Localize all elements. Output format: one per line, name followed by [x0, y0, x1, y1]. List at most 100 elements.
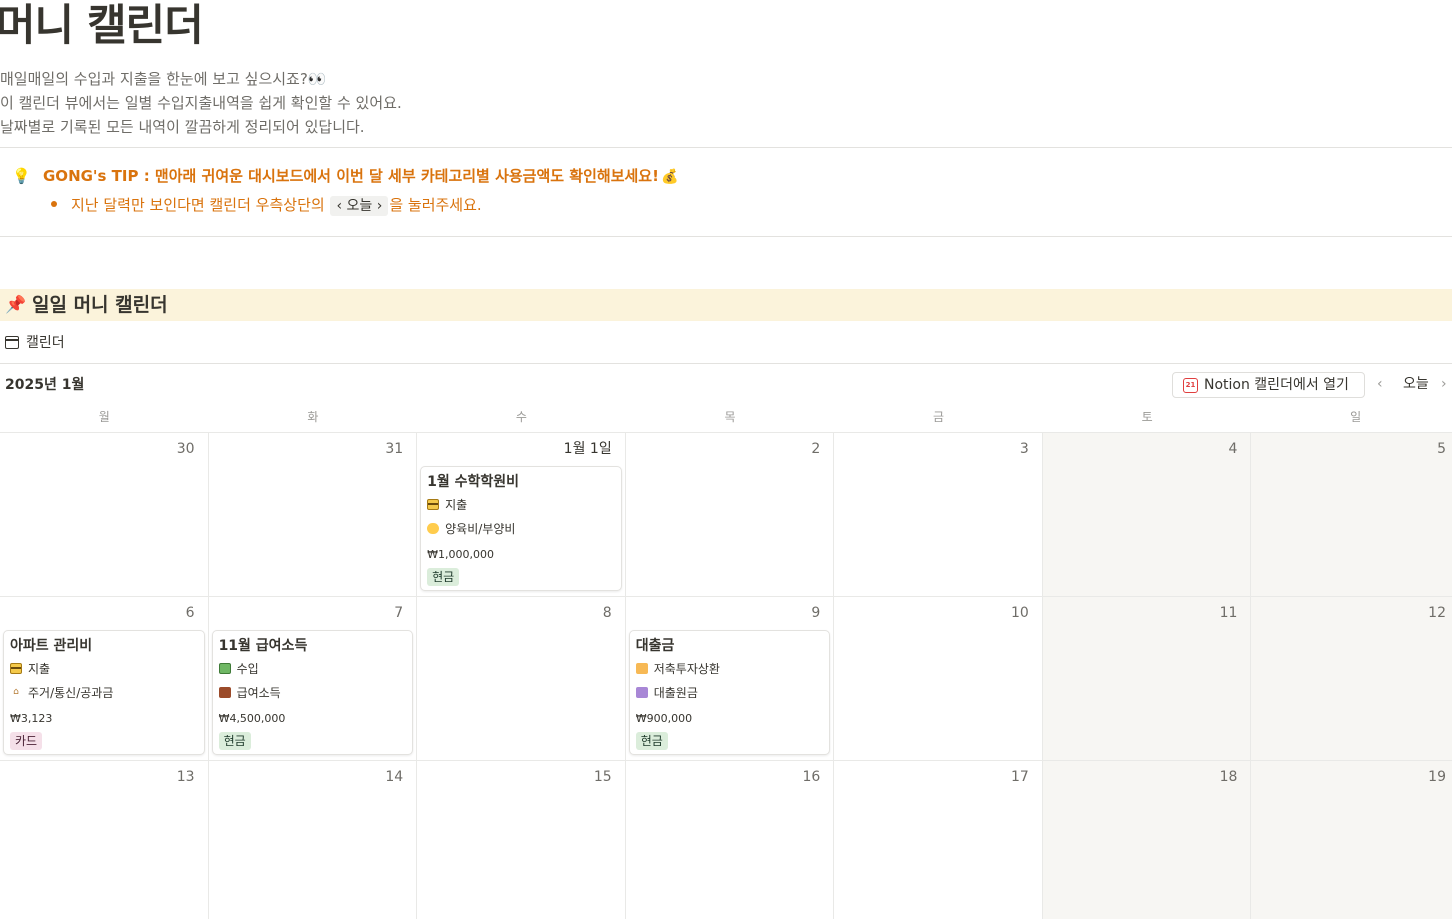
- divider: [0, 236, 1452, 237]
- chevron-right-icon[interactable]: ›: [1441, 373, 1447, 395]
- day-number: 1월 1일: [563, 441, 612, 457]
- today-button[interactable]: 오늘: [1403, 373, 1429, 395]
- event-card[interactable]: 11월 급여소득 수입 급여소득 ₩4,500,000 현금: [211, 630, 414, 755]
- view-tab-label: 캘린더: [26, 335, 65, 351]
- event-card[interactable]: 대출금 저축투자상환 대출원금 ₩900,000 현금: [628, 630, 831, 755]
- savings-icon: [635, 663, 648, 674]
- calendar-day-cell[interactable]: 1월 1일 1월 수학학원비 지출 양육비/부양비 ₩1,000,000 현금: [417, 433, 626, 597]
- house-icon: ⌂: [13, 687, 19, 697]
- calendar-day-cell[interactable]: 31: [208, 433, 418, 597]
- weekday-label: 일: [1350, 410, 1362, 424]
- tip-title-text: GONG's TIP : 맨아래 귀여운 대시보드에서 이번 달 세부 카테고리…: [43, 167, 659, 185]
- calendar-day-cell[interactable]: 2: [625, 433, 835, 597]
- calendar-day-cell[interactable]: 15: [417, 761, 626, 919]
- page-title: 머니 캘린더: [0, 1, 204, 51]
- event-category: 급여소득: [236, 686, 281, 700]
- pushpin-icon: 📌: [5, 295, 27, 315]
- calendar-day-cell[interactable]: 30: [0, 433, 209, 597]
- briefcase-icon: [218, 687, 231, 698]
- calendar-day-cell[interactable]: 16: [625, 761, 835, 919]
- calendar-day-cell[interactable]: 17: [834, 761, 1043, 919]
- day-number: 2: [811, 441, 821, 457]
- event-type: 지출: [28, 662, 51, 676]
- calendar-day-cell[interactable]: 18: [1042, 761, 1252, 919]
- calendar-day-cell[interactable]: 3: [834, 433, 1043, 597]
- event-amount: ₩1,000,000: [427, 548, 494, 561]
- event-category: 양육비/부양비: [445, 522, 516, 536]
- calendar-day-cell[interactable]: 5: [1251, 433, 1452, 597]
- day-number: 8: [602, 605, 612, 621]
- weekday-label: 월: [98, 410, 110, 424]
- calendar-day-cell[interactable]: 9 대출금 저축투자상환 대출원금 ₩900,000 현금: [625, 597, 835, 761]
- calendar-day-cell[interactable]: 11: [1042, 597, 1252, 761]
- calendar-day-cell[interactable]: 19: [1251, 761, 1452, 919]
- day-number: 14: [385, 769, 404, 785]
- day-number: 5: [1437, 441, 1446, 457]
- day-number: 13: [176, 769, 195, 785]
- calendar-day-cell[interactable]: 12: [1251, 597, 1452, 761]
- intro-line: 날짜별로 기록된 모든 내역이 깔끔하게 정리되어 있답니다.: [0, 118, 365, 136]
- intro-line: 이 캘린더 뷰에서는 일별 수입지출내역을 쉽게 확인할 수 있어요.: [0, 94, 402, 112]
- tip-title: GONG's TIP : 맨아래 귀여운 대시보드에서 이번 달 세부 카테고리…: [43, 165, 678, 188]
- calendar-icon: [5, 336, 19, 349]
- bullet-point: [51, 201, 57, 207]
- event-category: 주거/통신/공과금: [28, 686, 114, 700]
- event-category: 대출원금: [653, 686, 698, 700]
- day-number: 12: [1428, 605, 1446, 621]
- event-card[interactable]: 아파트 관리비지출 ⌂ 주거/통신/공과금 ₩3,123 카드: [3, 630, 205, 755]
- event-card[interactable]: 1월 수학학원비 지출 양육비/부양비 ₩1,000,000 현금: [420, 466, 622, 591]
- open-in-notion-calendar-button[interactable]: 21 Notion 캘린더에서 열기: [1172, 372, 1365, 398]
- event-title: 11월 급여소득: [218, 638, 308, 654]
- money-bag-icon: 💰: [660, 169, 679, 185]
- day-number: 31: [385, 441, 404, 457]
- calendar-day-cell[interactable]: 6 아파트 관리비지출 ⌂ 주거/통신/공과금 ₩3,123 카드: [0, 597, 209, 761]
- day-number: 10: [1011, 605, 1029, 621]
- intro-line: 매일매일의 수입과 지출을 한눈에 보고 싶으시죠?👀: [0, 70, 327, 88]
- open-button-label: Notion 캘린더에서 열기: [1204, 377, 1349, 393]
- day-number: 19: [1428, 769, 1446, 785]
- event-amount: ₩900,000: [635, 712, 693, 725]
- notion-page: 머니 캘린더 매일매일의 수입과 지출을 한눈에 보고 싶으시죠?👀 이 캘린더…: [0, 0, 1452, 919]
- weekday-header: 월화수목금토일: [0, 407, 1452, 431]
- notion-calendar-icon: 21: [1183, 378, 1198, 393]
- intro-text: 매일매일의 수입과 지출을 한눈에 보고 싶으시죠?👀 이 캘린더 뷰에서는 일…: [0, 67, 402, 139]
- chevron-left-icon[interactable]: ‹: [1377, 373, 1383, 395]
- day-number: 16: [802, 769, 821, 785]
- calendar-day-cell[interactable]: 4: [1042, 433, 1252, 597]
- credit-card-icon: [427, 499, 440, 510]
- day-number: 4: [1228, 441, 1238, 457]
- weekday-label: 목: [724, 410, 736, 424]
- loan-icon: [635, 687, 648, 698]
- tip-sub-before: 지난 달력만 보인다면 캘린더 우측상단의: [71, 196, 325, 214]
- payment-method-tag: 현금: [218, 732, 251, 750]
- calendar-day-cell[interactable]: 14: [208, 761, 418, 919]
- calendar-day-cell[interactable]: 7 11월 급여소득 수입 급여소득 ₩4,500,000 현금: [208, 597, 418, 761]
- weekday-label: 수: [515, 410, 527, 424]
- weekday-label: 금: [933, 410, 945, 424]
- day-number: 30: [176, 441, 195, 457]
- calendar-grid: 30 31 1월 1일 1월 수학학원비지출 양육비/부양비 ₩1,000,000 현금 2 3…: [0, 432, 1452, 919]
- section-title: 일일 머니 캘린더: [32, 294, 168, 316]
- day-number: 15: [593, 769, 612, 785]
- event-title: 대출금: [635, 638, 675, 654]
- inline-today-button: ‹ 오늘 ›: [330, 196, 389, 216]
- calendar-day-cell[interactable]: 10: [834, 597, 1043, 761]
- weekday-label: 화: [307, 410, 319, 424]
- tip-sub-after: 을 눌러주세요.: [389, 196, 482, 214]
- day-number: 6: [185, 605, 195, 621]
- day-number: 9: [811, 605, 821, 621]
- lightbulb-icon: 💡: [12, 167, 31, 185]
- divider: [0, 147, 1452, 148]
- weekday-label: 토: [1141, 410, 1153, 424]
- event-type: 수입: [236, 662, 259, 676]
- payment-method-tag: 현금: [427, 568, 460, 586]
- divider: [0, 363, 1452, 364]
- event-amount: ₩3,123: [10, 712, 53, 725]
- payment-method-tag: 카드: [10, 732, 43, 750]
- day-number: 11: [1219, 605, 1238, 621]
- event-title: 아파트 관리비: [10, 638, 93, 654]
- baby-icon: [427, 523, 440, 534]
- event-title: 1월 수학학원비: [427, 474, 520, 490]
- calendar-day-cell[interactable]: 8: [417, 597, 626, 761]
- calendar-day-cell[interactable]: 13: [0, 761, 209, 919]
